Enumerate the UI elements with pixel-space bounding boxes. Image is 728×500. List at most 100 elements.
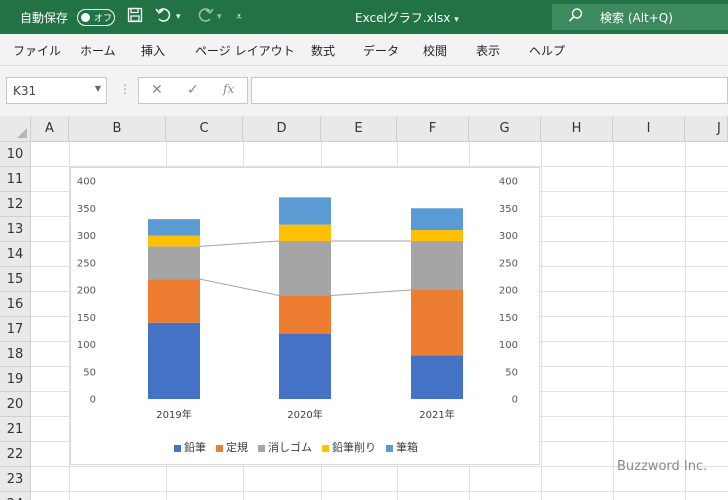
stacked-column-chart[interactable]: 400 350 300 250 200 150 100 50 0 400 350 300 250 200 1… [70, 167, 540, 465]
legend-item[interactable]: 鉛筆削り [322, 439, 376, 455]
legend-swatch [216, 444, 223, 452]
legend-label: 定規 [226, 441, 248, 454]
bar-segment [279, 197, 331, 225]
y-axis-tick-label: 400 [77, 177, 96, 188]
autosave-state: オフ [94, 14, 113, 24]
row-header-19[interactable]: 19 [0, 367, 31, 392]
row-header-15[interactable]: 15 [0, 267, 31, 292]
bar-segment [279, 224, 331, 241]
x-axis-tick-label: 2021年 [419, 408, 454, 421]
legend-item[interactable]: 消しゴム [258, 439, 312, 455]
row-header-10[interactable]: 10 [0, 142, 31, 167]
row-header-18[interactable]: 18 [0, 342, 31, 367]
row-header-16[interactable]: 16 [0, 292, 31, 317]
column-header-d[interactable]: D [243, 116, 321, 142]
column-header-j[interactable]: J [685, 116, 728, 142]
row-header-12[interactable]: 12 [0, 192, 31, 217]
column-header-i[interactable]: I [613, 116, 685, 142]
autosave-label: 自動保存 [20, 11, 69, 25]
file-name-text: Excelグラフ.xlsx [355, 11, 451, 25]
bar-segment [411, 355, 463, 399]
name-box[interactable]: K31 ▼ [6, 77, 107, 104]
legend-item[interactable]: 鉛筆 [174, 439, 206, 455]
secondary-y-axis-tick-label: 200 [499, 286, 518, 297]
search-placeholder: 検索 (Alt+Q) [600, 11, 673, 25]
autosave-toggle[interactable]: オフ [77, 9, 115, 26]
select-all-corner[interactable] [0, 116, 31, 142]
series-line [330, 289, 412, 296]
tab-help[interactable]: ヘルプ [529, 42, 565, 59]
ribbon-tabs: ファイル ホーム 挿入 ページ レイアウト 数式 データ 校閲 表示 ヘルプ [0, 34, 728, 66]
undo-dropdown-icon[interactable]: ▾ [176, 12, 181, 22]
formula-bar: K31 ▼ ⋮ ✕ ✓ fx [0, 66, 728, 116]
bar-segment [279, 295, 331, 334]
tab-insert[interactable]: 挿入 [141, 42, 165, 59]
legend-label: 筆箱 [396, 441, 418, 454]
column-header-h[interactable]: H [541, 116, 613, 142]
row-header-17[interactable]: 17 [0, 317, 31, 342]
select-all-icon [17, 128, 27, 138]
save-icon[interactable] [127, 7, 143, 27]
y-axis-tick-label: 0 [90, 395, 96, 406]
bar-segment [279, 240, 331, 296]
chevron-down-icon[interactable]: ▼ [95, 84, 101, 93]
drag-handle-icon[interactable]: ⋮ [119, 82, 131, 96]
secondary-y-axis-tick-label: 300 [499, 231, 518, 242]
file-name[interactable]: Excelグラフ.xlsx ▾ [355, 9, 459, 26]
column-header-g[interactable]: G [469, 116, 541, 142]
bar-segment [148, 235, 200, 247]
tab-data[interactable]: データ [363, 42, 399, 59]
bar-segment [411, 230, 463, 241]
search-box[interactable]: 検索 (Alt+Q) [552, 4, 728, 30]
row-header-14[interactable]: 14 [0, 242, 31, 267]
secondary-y-axis-tick-label: 250 [499, 258, 518, 269]
legend-swatch [174, 444, 181, 452]
formula-input[interactable] [251, 77, 728, 104]
enter-icon[interactable]: ✓ [187, 82, 199, 98]
tab-file[interactable]: ファイル [13, 42, 61, 59]
search-icon [568, 7, 584, 27]
insert-function-icon[interactable]: fx [223, 82, 234, 96]
name-box-value: K31 [13, 84, 37, 98]
column-header-f[interactable]: F [397, 116, 469, 142]
row-header-21[interactable]: 21 [0, 417, 31, 442]
y-axis-tick-label: 350 [77, 204, 96, 215]
column-header-b[interactable]: B [69, 116, 166, 142]
legend-swatch [258, 444, 265, 452]
legend-swatch [322, 444, 329, 452]
bar-segment [148, 246, 200, 280]
column-header-c[interactable]: C [166, 116, 243, 142]
customize-toolbar-icon[interactable]: ⩡ [236, 10, 242, 24]
legend-item[interactable]: 筆箱 [386, 439, 418, 455]
tab-review[interactable]: 校閲 [423, 42, 447, 59]
y-axis-tick-label: 150 [77, 313, 96, 324]
watermark: Buzzword Inc. [617, 459, 708, 474]
bar-segment [148, 219, 200, 236]
chart-legend[interactable]: 鉛筆 定規 消しゴム 鉛筆削り 筆箱 [174, 439, 428, 455]
file-name-caret: ▾ [454, 15, 459, 25]
row-header-11[interactable]: 11 [0, 167, 31, 192]
row-header-22[interactable]: 22 [0, 442, 31, 467]
column-header-e[interactable]: E [321, 116, 397, 142]
bar-segment [411, 240, 463, 290]
legend-item[interactable]: 定規 [216, 439, 248, 455]
bar-segment [411, 208, 463, 231]
y-axis-tick-label: 100 [77, 340, 96, 351]
redo-icon[interactable] [196, 7, 214, 27]
secondary-y-axis-tick-label: 150 [499, 313, 518, 324]
tab-formulas[interactable]: 数式 [311, 42, 335, 59]
row-header-24[interactable]: 24 [0, 492, 31, 500]
tab-home[interactable]: ホーム [80, 42, 116, 59]
secondary-y-axis-tick-label: 50 [505, 367, 518, 378]
legend-swatch [386, 444, 393, 452]
row-header-23[interactable]: 23 [0, 467, 31, 492]
row-header-13[interactable]: 13 [0, 217, 31, 242]
row-header-20[interactable]: 20 [0, 392, 31, 417]
undo-icon[interactable] [155, 7, 173, 27]
tab-page-layout[interactable]: ページ レイアウト [195, 42, 295, 59]
column-header-a[interactable]: A [31, 116, 69, 142]
cancel-icon[interactable]: ✕ [151, 82, 163, 98]
redo-dropdown-icon[interactable]: ▾ [217, 12, 222, 22]
tab-view[interactable]: 表示 [476, 42, 500, 59]
bar-segment [148, 322, 200, 399]
